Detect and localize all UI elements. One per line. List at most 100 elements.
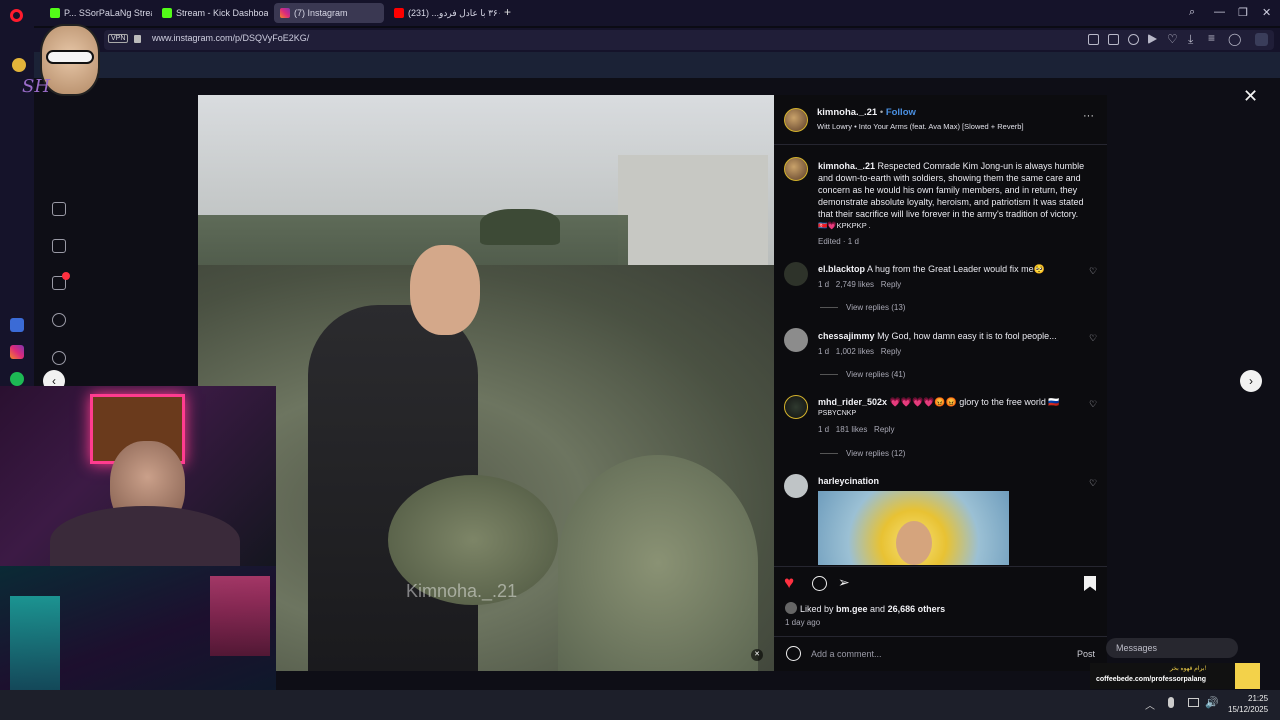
- maximize-icon[interactable]: ❐: [1238, 6, 1248, 19]
- close-window-icon[interactable]: ✕: [1262, 6, 1271, 19]
- comment-likes[interactable]: 1,002 likes: [836, 347, 874, 356]
- caption-avatar[interactable]: [784, 157, 808, 181]
- more-options-icon[interactable]: ···: [1083, 110, 1094, 122]
- tray-chevron-icon[interactable]: ︿: [1145, 697, 1155, 712]
- tab-label: Stream - Kick Dashboard: [176, 8, 268, 18]
- mute-icon[interactable]: ✕: [751, 649, 763, 661]
- comment-icon[interactable]: [812, 576, 827, 591]
- glasses-icon: [46, 50, 94, 64]
- comment: mhd_rider_502x 💗💗💗💗😡😡 glory to the free …: [818, 396, 1080, 420]
- likes-count[interactable]: 26,686 others: [888, 604, 946, 614]
- instagram-sidebar-icon[interactable]: [10, 345, 24, 359]
- tab-instagram[interactable]: (7) Instagram: [274, 3, 384, 23]
- aria-icon[interactable]: [10, 318, 24, 332]
- liked-by-avatar[interactable]: [785, 602, 797, 614]
- profile-icon[interactable]: ◯: [1228, 32, 1241, 46]
- like-icon[interactable]: ♥: [784, 573, 794, 593]
- comment-image-sun[interactable]: [818, 491, 1009, 565]
- url-text[interactable]: www.instagram.com/p/DSQVyFoE2KG/: [152, 33, 309, 43]
- minimize-icon[interactable]: —: [1214, 6, 1225, 18]
- comment-username[interactable]: el.blacktop: [818, 264, 865, 274]
- search-nav-icon[interactable]: [52, 313, 66, 327]
- comment-time: 1 d: [818, 425, 830, 434]
- caption: kimnoha._.21 Respected Comrade Kim Jong-…: [818, 160, 1096, 232]
- caption-username[interactable]: kimnoha._.21: [818, 161, 875, 171]
- liked-by: Liked by bm.gee and 26,686 others: [800, 604, 946, 614]
- donation-title: برام قهوه بخر!: [1170, 666, 1207, 672]
- caption-hashtags: 🇰🇵💗KPKPKP .: [818, 221, 871, 230]
- comment-time: 1 d: [818, 280, 830, 289]
- coffee-cup-icon: [1235, 663, 1260, 689]
- edited-time: Edited · 1 d: [818, 237, 859, 246]
- shield-icon[interactable]: [1128, 34, 1139, 45]
- officer-cap: [480, 209, 560, 245]
- webcam-face: [0, 386, 276, 566]
- comment-username[interactable]: chessajimmy: [818, 331, 875, 341]
- reels-icon[interactable]: [52, 239, 66, 253]
- view-replies-button[interactable]: View replies (13): [820, 303, 905, 312]
- view-replies-button[interactable]: View replies (12): [820, 449, 905, 458]
- extensions-icon[interactable]: [1255, 33, 1268, 46]
- comment-avatar[interactable]: [784, 262, 808, 286]
- search-icon[interactable]: ⌕: [1189, 6, 1195, 19]
- download-icon[interactable]: ⤓: [1188, 32, 1193, 47]
- like-comment-icon[interactable]: ♡: [1089, 479, 1098, 488]
- microphone-icon[interactable]: [1168, 697, 1174, 708]
- reply-button[interactable]: Reply: [881, 347, 901, 356]
- like-comment-icon[interactable]: ♡: [1089, 400, 1098, 409]
- instagram-icon: [280, 8, 290, 18]
- like-comment-icon[interactable]: ♡: [1089, 334, 1098, 343]
- like-comment-icon[interactable]: ♡: [1089, 267, 1098, 276]
- author-avatar[interactable]: [784, 108, 808, 132]
- menu-icon[interactable]: ≡: [1208, 31, 1215, 45]
- clock-time[interactable]: 21:25: [1248, 694, 1268, 703]
- close-modal-icon[interactable]: ✕: [1243, 86, 1258, 107]
- sun-face: [896, 521, 932, 565]
- opera-logo-icon[interactable]: [10, 9, 23, 22]
- clock-date[interactable]: 15/12/2025: [1228, 705, 1268, 714]
- reply-button[interactable]: Reply: [881, 280, 901, 289]
- tab-kick-dashboard[interactable]: Stream - Kick Dashboard: [156, 3, 268, 23]
- play-icon[interactable]: [1148, 34, 1157, 44]
- comment-avatar[interactable]: [784, 395, 808, 419]
- comment-text: A hug from the Great Leader would fix me…: [867, 264, 1045, 274]
- view-replies-button[interactable]: View replies (41): [820, 370, 905, 379]
- camera-icon[interactable]: [1108, 34, 1119, 45]
- emoji-icon[interactable]: [786, 646, 801, 661]
- volume-icon[interactable]: 🔊: [1205, 696, 1219, 709]
- tab-youtube[interactable]: لایو ۳۶۰ با عادل فردو... (231): [388, 3, 500, 23]
- comment-input[interactable]: Add a comment...: [811, 649, 882, 659]
- audio-track[interactable]: Witt Lowry • Into Your Arms (feat. Ava M…: [817, 122, 1024, 131]
- edit-icon[interactable]: [1088, 34, 1099, 45]
- spotify-icon[interactable]: [10, 372, 24, 386]
- follow-button[interactable]: Follow: [886, 107, 916, 118]
- reply-button[interactable]: Reply: [874, 425, 894, 434]
- new-tab-button[interactable]: +: [504, 5, 511, 19]
- liked-by-user[interactable]: bm.gee: [836, 604, 868, 614]
- comment-avatar[interactable]: [784, 474, 808, 498]
- comment-likes[interactable]: 2,749 likes: [836, 280, 874, 289]
- network-icon[interactable]: [1188, 698, 1199, 707]
- post-video[interactable]: Kimnoha._.21 ✕: [198, 95, 774, 671]
- streamer-body: [50, 506, 240, 566]
- gold-coin-icon: [12, 58, 26, 72]
- panel-divider: [774, 566, 1107, 567]
- comment-likes[interactable]: 181 likes: [836, 425, 868, 434]
- messages-label: Messages: [1116, 643, 1158, 653]
- sticker-letters: SH: [22, 76, 51, 97]
- vpn-badge[interactable]: VPN: [108, 34, 129, 43]
- share-icon[interactable]: ➢: [838, 574, 850, 591]
- next-post-button[interactable]: ›: [1240, 370, 1262, 392]
- home-icon[interactable]: [52, 202, 66, 216]
- comment-username[interactable]: harleycination: [818, 476, 879, 486]
- video-watermark: Kimnoha._.21: [406, 581, 518, 601]
- kick-icon: [162, 8, 172, 18]
- post-comment-button[interactable]: Post: [1077, 649, 1095, 659]
- messages-button[interactable]: Messages: [1106, 638, 1238, 658]
- comment-avatar[interactable]: [784, 328, 808, 352]
- explore-icon[interactable]: [52, 351, 66, 365]
- author-username[interactable]: kimnoha._.21: [817, 107, 877, 118]
- comment-username[interactable]: mhd_rider_502x: [818, 397, 887, 407]
- panel-divider: [774, 636, 1107, 637]
- favorite-icon[interactable]: ♡: [1167, 32, 1178, 46]
